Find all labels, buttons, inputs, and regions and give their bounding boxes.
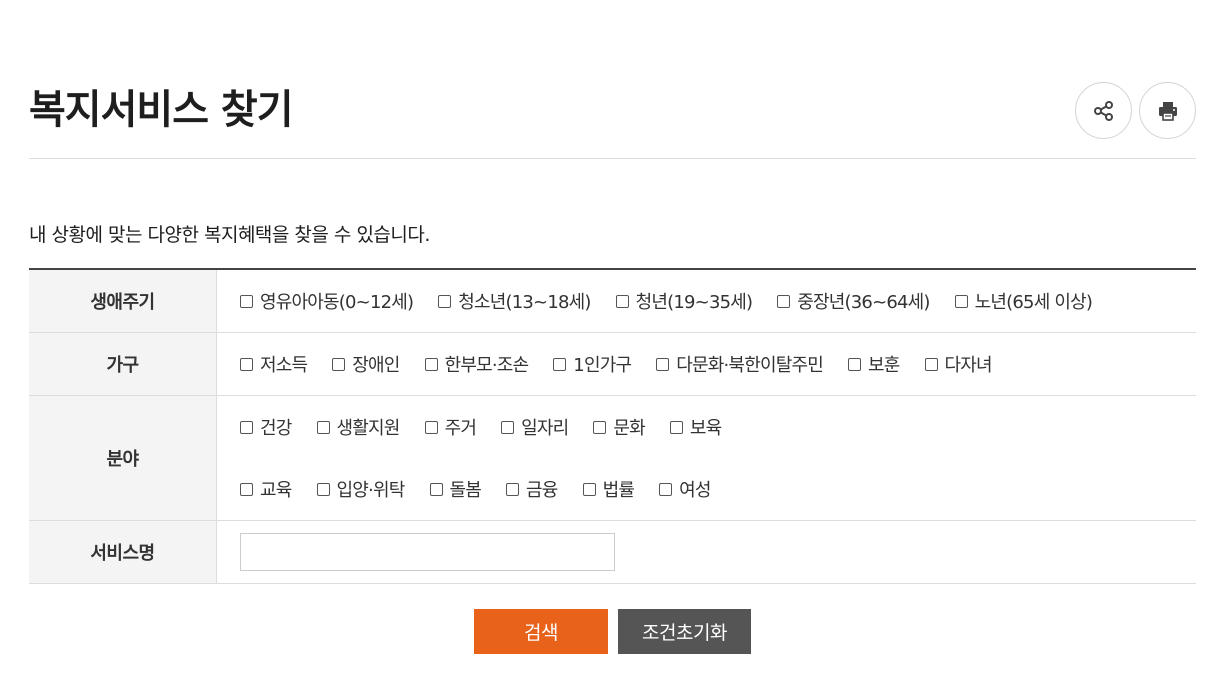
checkbox-label: 1인가구 <box>573 355 632 376</box>
checkbox-label: 중장년(36~64세) <box>797 292 930 313</box>
row-options-household: 저소득 장애인 한부모·조손 1인가구 다문화·북한이탈주민 보훈 다자녀 <box>217 333 1196 395</box>
checkbox-option[interactable]: 입양·위탁 <box>316 476 406 502</box>
checkbox-label: 장애인 <box>352 355 400 376</box>
checkbox-label: 노년(65세 이상) <box>974 292 1093 313</box>
printer-icon <box>1158 101 1177 121</box>
checkbox-option[interactable]: 다문화·북한이탈주민 <box>656 351 824 377</box>
checkbox-icon[interactable] <box>424 357 438 371</box>
checkbox-icon[interactable] <box>438 294 452 308</box>
checkbox-label: 보훈 <box>868 355 900 376</box>
checkbox-icon[interactable] <box>593 420 607 434</box>
checkbox-label: 법률 <box>602 480 635 501</box>
checkbox-icon[interactable] <box>954 294 968 308</box>
checkbox-label: 한부모·조손 <box>444 355 530 376</box>
checkbox-label: 돌봄 <box>449 480 482 501</box>
checkbox-option[interactable]: 한부모·조손 <box>424 351 530 377</box>
checkbox-icon[interactable] <box>777 294 791 308</box>
checkbox-icon[interactable] <box>240 294 253 308</box>
checkbox-option[interactable]: 교육 <box>240 476 292 502</box>
page-header: 복지서비스 찾기 <box>29 78 1196 159</box>
checkbox-label: 저소득 <box>260 355 308 376</box>
reset-conditions-button[interactable]: 조건초기화 <box>618 609 751 654</box>
row-input-service-name <box>217 521 1196 583</box>
checkbox-icon[interactable] <box>924 357 938 371</box>
row-options-field: 건강 생활지원 주거 일자리 문화 보육 교육 입양·위탁 돌봄 금융 법률 여… <box>217 396 1196 520</box>
checkbox-icon[interactable] <box>553 357 567 371</box>
checkbox-option[interactable]: 청소년(13~18세) <box>438 288 591 314</box>
checkbox-label: 입양·위탁 <box>336 480 406 501</box>
checkbox-label: 여성 <box>679 480 711 501</box>
checkbox-icon[interactable] <box>848 357 861 371</box>
checkbox-label: 금융 <box>526 480 558 501</box>
checkbox-option[interactable]: 생활지원 <box>316 414 401 440</box>
row-label-life-cycle: 생애주기 <box>29 270 217 332</box>
checkbox-icon[interactable] <box>316 420 330 434</box>
filter-row-life-cycle: 생애주기 영유아아동(0~12세) 청소년(13~18세) 청년(19~35세)… <box>29 270 1196 333</box>
checkbox-icon[interactable] <box>656 357 670 371</box>
checkbox-option[interactable]: 장애인 <box>332 351 400 377</box>
checkbox-label: 문화 <box>613 418 645 439</box>
checkbox-option[interactable]: 일자리 <box>501 414 569 440</box>
checkbox-label: 영유아아동(0~12세) <box>260 292 414 313</box>
filter-row-field: 분야 건강 생활지원 주거 일자리 문화 보육 교육 입양·위탁 돌봄 금융 법… <box>29 396 1196 521</box>
checkbox-icon[interactable] <box>316 482 330 496</box>
checkbox-icon[interactable] <box>240 482 253 496</box>
page-title: 복지서비스 찾기 <box>29 87 294 133</box>
intro-text: 내 상황에 맞는 다양한 복지혜택을 찾을 수 있습니다. <box>29 224 430 246</box>
search-button[interactable]: 검색 <box>474 609 608 654</box>
checkbox-icon[interactable] <box>240 357 253 371</box>
row-label-household: 가구 <box>29 333 217 395</box>
checkbox-option[interactable]: 금융 <box>506 476 558 502</box>
welfare-search-page: 복지서비스 찾기 내 상황에 맞는 다양한 복지혜택을 찾을 수 있습니다. 생 <box>0 0 1232 677</box>
checkbox-icon[interactable] <box>669 420 683 434</box>
checkbox-option[interactable]: 노년(65세 이상) <box>954 288 1093 314</box>
checkbox-label: 청년(19~35세) <box>635 292 753 313</box>
checkbox-label: 다자녀 <box>944 355 993 376</box>
service-name-input[interactable] <box>240 533 615 571</box>
row-options-life-cycle: 영유아아동(0~12세) 청소년(13~18세) 청년(19~35세) 중장년(… <box>217 270 1196 332</box>
checkbox-option[interactable]: 영유아아동(0~12세) <box>240 288 414 314</box>
checkbox-icon[interactable] <box>506 482 520 496</box>
filter-row-service-name: 서비스명 <box>29 521 1196 584</box>
checkbox-option[interactable]: 문화 <box>593 414 646 440</box>
checkbox-label: 청소년(13~18세) <box>458 292 591 313</box>
checkbox-option[interactable]: 법률 <box>582 476 635 502</box>
checkbox-option[interactable]: 여성 <box>659 476 711 502</box>
checkbox-option[interactable]: 보훈 <box>848 351 900 377</box>
checkbox-label: 다문화·북한이탈주민 <box>676 355 824 376</box>
checkbox-label: 보육 <box>689 418 722 439</box>
checkbox-label: 생활지원 <box>336 418 401 439</box>
share-button[interactable] <box>1075 82 1132 139</box>
checkbox-label: 교육 <box>260 480 292 501</box>
checkbox-icon[interactable] <box>615 294 629 308</box>
row-label-service-name: 서비스명 <box>29 521 217 583</box>
checkbox-option[interactable]: 청년(19~35세) <box>615 288 753 314</box>
checkbox-icon[interactable] <box>424 420 438 434</box>
checkbox-label: 일자리 <box>521 418 569 439</box>
checkbox-icon[interactable] <box>240 420 253 434</box>
checkbox-option[interactable]: 주거 <box>424 414 477 440</box>
checkbox-option[interactable]: 1인가구 <box>553 351 632 377</box>
checkbox-option[interactable]: 저소득 <box>240 351 308 377</box>
checkbox-label: 주거 <box>444 418 477 439</box>
checkbox-option[interactable]: 다자녀 <box>924 351 993 377</box>
checkbox-icon[interactable] <box>582 482 596 496</box>
filter-row-household: 가구 저소득 장애인 한부모·조손 1인가구 다문화·북한이탈주민 보훈 다자녀 <box>29 333 1196 396</box>
row-label-field: 분야 <box>29 396 217 520</box>
checkbox-option[interactable]: 돌봄 <box>429 476 482 502</box>
share-icon <box>1093 100 1113 121</box>
checkbox-option[interactable]: 건강 <box>240 414 292 440</box>
checkbox-option[interactable]: 중장년(36~64세) <box>777 288 930 314</box>
print-button[interactable] <box>1139 82 1196 139</box>
checkbox-icon[interactable] <box>501 420 515 434</box>
checkbox-icon[interactable] <box>332 357 346 371</box>
checkbox-icon[interactable] <box>659 482 673 496</box>
filter-table: 생애주기 영유아아동(0~12세) 청소년(13~18세) 청년(19~35세)… <box>29 268 1196 584</box>
checkbox-label: 건강 <box>260 418 292 439</box>
checkbox-icon[interactable] <box>429 482 443 496</box>
checkbox-option[interactable]: 보육 <box>669 414 722 440</box>
